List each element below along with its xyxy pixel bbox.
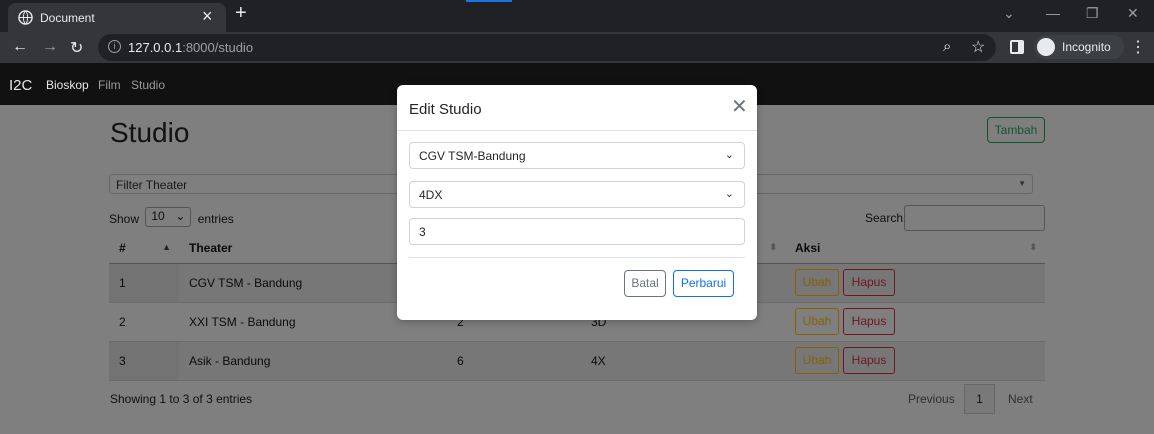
- edit-button[interactable]: Ubah: [795, 308, 839, 335]
- url-text: 127.0.0.1:8000/studio: [128, 40, 254, 55]
- nav-link-film[interactable]: Film: [98, 78, 121, 92]
- search-input[interactable]: [904, 205, 1045, 231]
- page-title: Studio: [110, 117, 190, 148]
- length-control: Show 10 ⌄ entries: [109, 207, 234, 227]
- modal-footer-divider: [409, 257, 745, 258]
- close-window-icon[interactable]: ✕: [1127, 5, 1139, 22]
- theater-select[interactable]: CGV TSM-Bandung ⌄: [409, 142, 745, 169]
- edit-button[interactable]: Ubah: [795, 269, 839, 296]
- pagination-next[interactable]: Next: [1008, 392, 1033, 406]
- brand-logo[interactable]: I2C: [9, 77, 32, 94]
- restore-icon[interactable]: ❐: [1086, 5, 1099, 22]
- side-panel-icon[interactable]: [1010, 40, 1024, 54]
- menu-kebab-icon[interactable]: ⋮: [1130, 37, 1146, 57]
- edit-studio-modal: Edit Studio ✕ CGV TSM-Bandung ⌄ 4DX ⌄ 3 …: [397, 85, 757, 320]
- browser-tab[interactable]: Document ×: [8, 3, 226, 32]
- modal-header-divider: [397, 130, 757, 131]
- incognito-icon: [1037, 38, 1055, 56]
- bookmark-star-icon[interactable]: ☆: [971, 37, 985, 57]
- chevron-down-icon[interactable]: ⌄: [1003, 5, 1015, 22]
- reload-icon[interactable]: ↻: [70, 38, 83, 58]
- pagination-page-1[interactable]: 1: [964, 384, 995, 414]
- incognito-badge[interactable]: Incognito: [1034, 35, 1124, 59]
- close-icon[interactable]: ✕: [731, 97, 748, 117]
- chevron-down-icon: ⌄: [724, 188, 734, 200]
- address-bar[interactable]: i 127.0.0.1:8000/studio ⌕ ☆: [98, 34, 996, 61]
- col-header-aksi[interactable]: Aksi ⬍: [785, 233, 1045, 264]
- forward-icon[interactable]: →: [42, 38, 58, 56]
- pagination-previous[interactable]: Previous: [908, 392, 955, 406]
- sort-icon: ⬍: [769, 242, 777, 252]
- browser-toolbar: ← → ↻ i 127.0.0.1:8000/studio ⌕ ☆ Incogn…: [0, 32, 1154, 63]
- new-tab-icon[interactable]: +: [235, 2, 247, 25]
- entries-length-select[interactable]: 10 ⌄: [145, 207, 192, 227]
- delete-button[interactable]: Hapus: [843, 269, 895, 296]
- sort-icon: ⬍: [1029, 242, 1037, 252]
- browser-tabstrip: Document × + ⌄ — ❐ ✕: [0, 0, 1154, 32]
- chevron-down-icon: ⌄: [724, 149, 734, 161]
- delete-button[interactable]: Hapus: [843, 308, 895, 335]
- sort-asc-icon: ▲: [162, 242, 171, 252]
- close-tab-icon[interactable]: ×: [202, 6, 213, 27]
- cancel-button[interactable]: Batal: [624, 270, 666, 297]
- chevron-down-icon: ⌄: [175, 209, 186, 223]
- filter-placeholder: Filter Theater: [116, 178, 188, 192]
- table-info: Showing 1 to 3 of 3 entries: [110, 392, 253, 406]
- tab-title: Document: [40, 11, 95, 25]
- col-header-number[interactable]: # ▲: [109, 233, 179, 264]
- delete-button[interactable]: Hapus: [843, 347, 895, 374]
- studio-type-select[interactable]: 4DX ⌄: [409, 181, 745, 208]
- tab-indicator: [466, 0, 512, 2]
- nav-link-studio[interactable]: Studio: [131, 78, 165, 92]
- table-row: 3 Asik - Bandung 6 4X Ubah Hapus: [109, 341, 1045, 381]
- site-info-icon[interactable]: i: [108, 40, 121, 53]
- edit-button[interactable]: Ubah: [795, 347, 839, 374]
- zoom-icon[interactable]: ⌕: [943, 38, 951, 55]
- nav-link-bioskop[interactable]: Bioskop: [46, 78, 89, 92]
- add-studio-button[interactable]: Tambah: [987, 117, 1045, 143]
- modal-title: Edit Studio: [409, 101, 482, 118]
- studio-number-input[interactable]: 3: [409, 218, 745, 245]
- minimize-icon[interactable]: —: [1046, 5, 1060, 21]
- update-button[interactable]: Perbarui: [673, 270, 734, 297]
- caret-down-icon: ▼: [1018, 179, 1026, 188]
- search-label: Search:: [865, 211, 907, 225]
- globe-icon: [18, 10, 33, 25]
- back-icon[interactable]: ←: [12, 38, 28, 56]
